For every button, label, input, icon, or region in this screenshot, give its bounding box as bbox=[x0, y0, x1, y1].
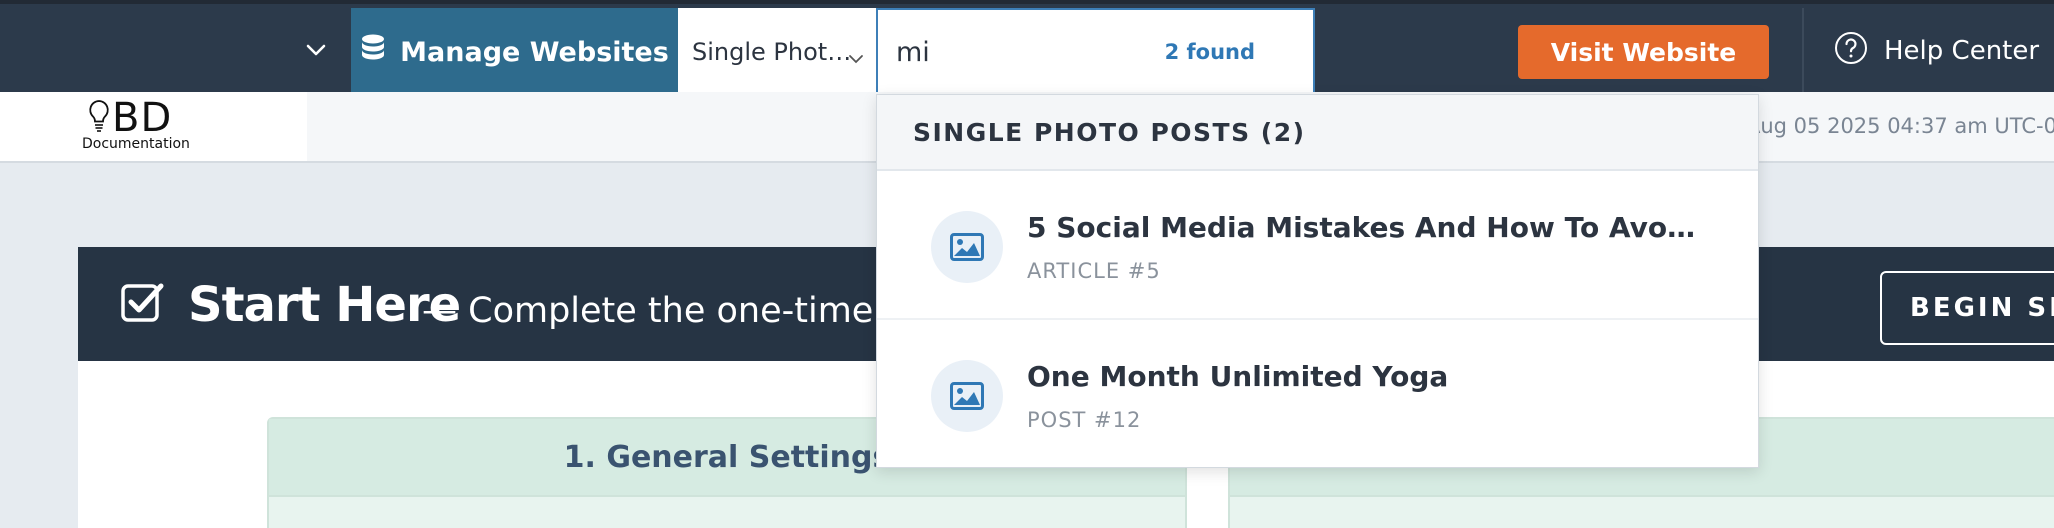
site-logo[interactable]: BD Documentation bbox=[0, 92, 307, 161]
result-meta: ARTICLE #5 bbox=[1027, 259, 1161, 283]
logo-subtitle: Documentation bbox=[82, 136, 190, 152]
visit-website-button[interactable]: Visit Website bbox=[1518, 25, 1769, 79]
manage-websites-button[interactable]: Manage Websites bbox=[351, 8, 678, 96]
post-type-select-value: Single Phot… bbox=[692, 38, 852, 66]
checkbox-checked-icon bbox=[120, 281, 166, 327]
banner-subtitle: — Complete the one-time st bbox=[422, 291, 917, 331]
search-result-count: 2 found bbox=[1164, 40, 1255, 64]
begin-setup-button[interactable]: BEGIN SET bbox=[1880, 271, 2054, 345]
top-navigation-bar: Manage Websites Single Phot… 2 found Vis… bbox=[0, 0, 2054, 96]
help-center-label: Help Center bbox=[1884, 36, 2040, 66]
chevron-down-icon bbox=[848, 42, 864, 70]
manage-websites-label: Manage Websites bbox=[400, 36, 669, 68]
search-field[interactable]: 2 found bbox=[876, 8, 1315, 96]
help-center-link[interactable]: Help Center bbox=[1834, 31, 2040, 72]
image-icon bbox=[931, 360, 1003, 432]
current-datetime: Aug 05 2025 04:37 am UTC-07 bbox=[1746, 114, 2054, 138]
result-meta: POST #12 bbox=[1027, 408, 1142, 432]
search-result-item[interactable]: One Month Unlimited Yoga POST #12 bbox=[877, 320, 1758, 469]
chevron-down-icon[interactable] bbox=[298, 26, 334, 74]
search-results-dropdown: SINGLE PHOTO POSTS (2) 5 Social Media Mi… bbox=[876, 94, 1759, 468]
divider bbox=[1802, 8, 1804, 96]
question-circle-icon bbox=[1834, 31, 1868, 72]
search-input[interactable] bbox=[896, 36, 1146, 68]
banner-title: Start Here bbox=[188, 277, 461, 333]
post-type-select[interactable]: Single Phot… bbox=[678, 8, 876, 96]
image-icon bbox=[931, 211, 1003, 283]
result-title: 5 Social Media Mistakes And How To Avo… bbox=[1027, 211, 1696, 244]
search-result-item[interactable]: 5 Social Media Mistakes And How To Avo… … bbox=[877, 171, 1758, 320]
result-title: One Month Unlimited Yoga bbox=[1027, 360, 1449, 393]
results-group-header: SINGLE PHOTO POSTS (2) bbox=[877, 95, 1758, 171]
database-icon bbox=[360, 34, 386, 71]
logo-letters: BD bbox=[112, 95, 173, 141]
